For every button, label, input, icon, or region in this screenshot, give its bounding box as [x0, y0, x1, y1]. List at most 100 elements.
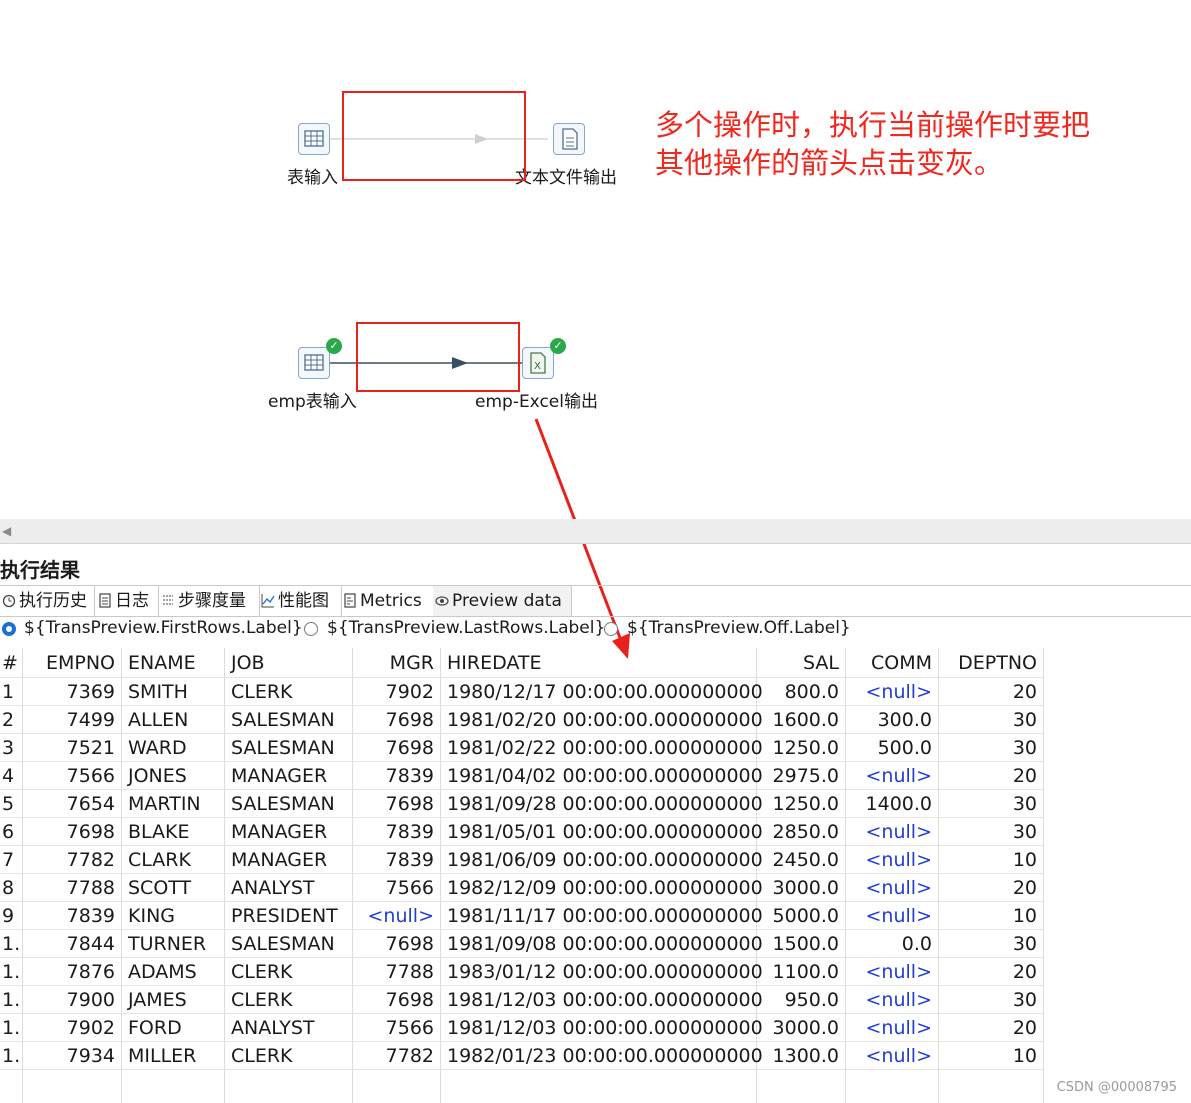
header-divider — [0, 677, 1043, 678]
cell-hiredate: 1981/02/22 00:00:00.000000000 — [447, 737, 763, 759]
cell-hiredate: 1982/01/23 00:00:00.000000000 — [447, 1045, 763, 1067]
cell-deptno: 20 — [1012, 1017, 1037, 1039]
cell-comm: 300.0 — [877, 709, 932, 731]
cell-job: MANAGER — [231, 849, 328, 871]
tab-label: 性能图 — [278, 591, 329, 611]
cell-deptno: 20 — [1012, 681, 1037, 703]
cell-row-number: 3 — [2, 737, 15, 759]
performance-chart-icon — [261, 588, 275, 608]
cell-hiredate: 1981/06/09 00:00:00.000000000 — [447, 849, 763, 871]
cell-job: SALESMAN — [231, 933, 335, 955]
header-deptno[interactable]: DEPTNO — [945, 649, 1037, 677]
cell-deptno: 30 — [1012, 737, 1037, 759]
cell-job: CLERK — [231, 1045, 293, 1067]
cell-empno: 7782 — [66, 849, 115, 871]
cell-sal: 3000.0 — [772, 877, 839, 899]
header-mgr[interactable]: MGR — [359, 649, 434, 677]
annotation-line-1: 多个操作时，执行当前操作时要把 — [655, 108, 1091, 142]
cell-comm: <null> — [865, 821, 932, 843]
table-input-step-icon[interactable] — [298, 123, 330, 155]
emp-table-input-step-icon[interactable] — [298, 347, 330, 379]
highlight-box-enabled-hop — [356, 322, 520, 392]
cell-ename: KING — [128, 905, 175, 927]
canvas-horizontal-scrollbar[interactable]: ◀ — [0, 519, 1191, 544]
tab-label: 日志 — [115, 591, 149, 611]
cell-row-number: 2 — [2, 709, 15, 731]
cell-deptno: 20 — [1012, 877, 1037, 899]
cell-ename: SMITH — [128, 681, 188, 703]
cell-empno: 7499 — [66, 709, 115, 731]
cell-mgr: 7698 — [385, 933, 434, 955]
cell-ename: SCOTT — [128, 877, 192, 899]
cell-hiredate: 1981/09/08 00:00:00.000000000 — [447, 933, 763, 955]
last-rows-radio-label[interactable]: ${TransPreview.LastRows.Label} — [327, 618, 605, 638]
cell-job: CLERK — [231, 989, 293, 1011]
tab-execution-history[interactable]: 执行历史 — [0, 586, 95, 616]
tab-performance-graph[interactable]: 性能图 — [259, 586, 342, 616]
cell-empno: 7369 — [66, 681, 115, 703]
emp-table-input-step-label[interactable]: emp表输入 — [268, 387, 357, 412]
highlight-box-disabled-hop — [342, 91, 526, 181]
results-pane-title: 执行结果 — [0, 558, 80, 582]
log-icon — [98, 588, 112, 608]
excel-output-step-icon[interactable]: X — [522, 347, 554, 379]
cell-row-number: 1. — [2, 961, 21, 983]
cell-ename: CLARK — [128, 849, 191, 871]
cell-empno: 7876 — [66, 961, 115, 983]
cell-row-number: 8 — [2, 877, 15, 899]
cell-job: ANALYST — [231, 877, 315, 899]
cell-empno: 7902 — [66, 1017, 115, 1039]
tab-log[interactable]: 日志 — [96, 586, 159, 616]
cell-empno: 7934 — [66, 1045, 115, 1067]
header-hiredate[interactable]: HIREDATE — [447, 649, 750, 677]
cell-comm: <null> — [865, 681, 932, 703]
scroll-left-icon[interactable]: ◀ — [2, 524, 11, 538]
cell-sal: 5000.0 — [772, 905, 839, 927]
cell-mgr: 7782 — [385, 1045, 434, 1067]
metrics-icon — [343, 588, 357, 608]
cell-sal: 800.0 — [784, 681, 839, 703]
cell-deptno: 30 — [1012, 821, 1037, 843]
column-divider — [1043, 648, 1044, 1103]
off-radio-label[interactable]: ${TransPreview.Off.Label} — [627, 618, 851, 638]
table-input-step-label[interactable]: 表输入 — [287, 163, 338, 188]
tab-preview-data[interactable]: Preview data — [433, 586, 572, 616]
cell-sal: 1100.0 — [772, 961, 839, 983]
tab-label: 执行历史 — [19, 591, 87, 611]
last-rows-radio[interactable] — [304, 622, 318, 636]
cell-mgr: 7698 — [385, 709, 434, 731]
cell-empno: 7566 — [66, 765, 115, 787]
cell-comm: 1400.0 — [865, 793, 932, 815]
header-ename[interactable]: ENAME — [128, 649, 218, 677]
cell-row-number: 1. — [2, 989, 21, 1011]
header-comm[interactable]: COMM — [852, 649, 932, 677]
cell-empno: 7900 — [66, 989, 115, 1011]
cell-row-number: 6 — [2, 821, 15, 843]
cell-comm: <null> — [865, 877, 932, 899]
cell-hiredate: 1982/12/09 00:00:00.000000000 — [447, 877, 763, 899]
cell-mgr: 7698 — [385, 989, 434, 1011]
cell-ename: JONES — [128, 765, 187, 787]
off-radio[interactable] — [604, 622, 618, 636]
tab-step-metrics[interactable]: 步骤度量 — [159, 586, 260, 616]
text-file-output-step-label[interactable]: 文本文件输出 — [515, 163, 617, 188]
header-row-number[interactable]: # — [2, 649, 18, 677]
header-job[interactable]: JOB — [231, 649, 346, 677]
first-rows-radio-label[interactable]: ${TransPreview.FirstRows.Label} — [24, 618, 303, 638]
cell-hiredate: 1981/05/01 00:00:00.000000000 — [447, 821, 763, 843]
cell-mgr: 7788 — [385, 961, 434, 983]
first-rows-radio[interactable] — [2, 622, 16, 636]
cell-sal: 1500.0 — [772, 933, 839, 955]
cell-deptno: 20 — [1012, 765, 1037, 787]
cell-mgr: 7902 — [385, 681, 434, 703]
text-file-output-step-icon[interactable] — [553, 123, 585, 155]
cell-empno: 7844 — [66, 933, 115, 955]
header-sal[interactable]: SAL — [763, 649, 839, 677]
cell-comm: 500.0 — [877, 737, 932, 759]
cell-sal: 1600.0 — [772, 709, 839, 731]
cell-mgr: 7698 — [385, 793, 434, 815]
cell-comm: <null> — [865, 961, 932, 983]
cell-ename: WARD — [128, 737, 187, 759]
tab-metrics[interactable]: Metrics — [341, 586, 434, 616]
header-empno[interactable]: EMPNO — [29, 649, 115, 677]
